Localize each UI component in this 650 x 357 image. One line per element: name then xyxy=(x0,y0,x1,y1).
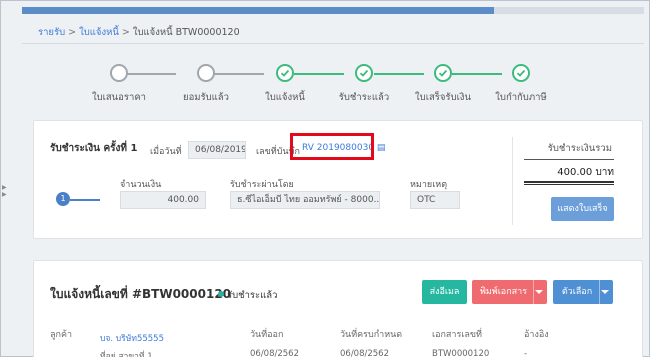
chevron-down-icon[interactable] xyxy=(601,290,609,294)
issue-date-value: 06/08/2562 xyxy=(250,349,299,357)
invoice-title: ใบแจ้งหนี้เลขที่ #BTW0000120 xyxy=(50,287,232,301)
step-label: ใบแจ้งหนี้ xyxy=(265,92,305,103)
check-icon xyxy=(276,64,294,82)
col-due-date: วันที่ครบกำหนด xyxy=(340,330,403,340)
step-accepted[interactable]: ยอมรับแล้ว xyxy=(169,64,243,105)
due-date-value: 06/08/2562 xyxy=(340,349,389,357)
note-label: หมายเหตุ xyxy=(410,180,448,190)
top-progress-bar xyxy=(22,7,644,14)
step-receipt[interactable]: ใบเสร็จรับเงิน xyxy=(406,64,480,105)
step-paid[interactable]: รับชำระแล้ว xyxy=(327,64,401,105)
print-document-button[interactable]: พิมพ์เอกสาร xyxy=(472,280,547,304)
payment-card: รับชำระเงิน ครั้งที่ 1 เมื่อวันที่ 06/08… xyxy=(33,120,643,239)
total-currency: บาท xyxy=(595,167,614,178)
customer-link[interactable]: บจ. บริษัท55555 xyxy=(100,331,164,345)
total-amount: 400.00 บาท xyxy=(524,165,614,180)
reference-value: - xyxy=(524,349,528,357)
show-receipt-button[interactable]: แสดงใบเสร็จ xyxy=(551,197,614,221)
vertical-divider xyxy=(512,137,513,225)
breadcrumb-separator: > xyxy=(121,27,130,38)
doc-no-value: BTW0000120 xyxy=(432,349,490,357)
caret-separator xyxy=(533,280,534,304)
step-label: ใบเสนอราคา xyxy=(91,92,147,103)
note-field: OTC xyxy=(410,191,460,209)
side-collapse-arrows[interactable]: ▶ ▶ xyxy=(2,184,7,198)
status-badge: รับชำระแล้ว xyxy=(218,288,277,303)
breadcrumb-income[interactable]: รายรับ xyxy=(38,27,65,38)
header-divider xyxy=(22,43,644,44)
step-label: ใบกำกับภาษี xyxy=(495,92,547,103)
document-stepper: ใบเสนอราคา ยอมรับแล้ว ใบแจ้งหนี้ รับชำระ… xyxy=(92,64,558,105)
check-icon xyxy=(512,64,530,82)
customer-branch: ที่อยู่ สาขาที่ 1 xyxy=(100,352,153,357)
highlight-box xyxy=(290,133,374,160)
status-text: รับชำระแล้ว xyxy=(227,290,278,301)
breadcrumb-current: ใบแจ้งหนี้ BTW0000120 xyxy=(132,27,240,38)
col-reference: อ้างอิง xyxy=(524,330,549,340)
step-tax-invoice[interactable]: ใบกำกับภาษี xyxy=(484,64,558,105)
col-issue-date: วันที่ออก xyxy=(250,330,284,340)
col-customer: ลูกค้า xyxy=(50,330,73,340)
channel-field: ธ.ซีไอเอ็มบี ไทย ออมทรัพย์ - 8000... xyxy=(230,191,380,209)
total-top-rule xyxy=(524,159,614,160)
status-dot-icon xyxy=(218,291,224,297)
breadcrumb-separator: > xyxy=(68,27,77,38)
send-email-button[interactable]: ส่งอีเมล xyxy=(422,280,467,304)
caret-separator xyxy=(599,280,600,304)
document-icon: ▤ xyxy=(376,143,386,153)
total-label: รับชำระเงินรวม xyxy=(547,143,612,154)
chevron-down-icon[interactable] xyxy=(535,290,543,294)
step-invoice[interactable]: ใบแจ้งหนี้ xyxy=(248,64,322,105)
amount-field: 400.00 xyxy=(120,191,206,209)
check-icon xyxy=(355,64,373,82)
step-pending-icon xyxy=(110,64,128,82)
payment-date-field: 06/08/2019 xyxy=(188,141,246,159)
total-value: 400.00 xyxy=(557,167,593,178)
payment-step-number: 1 xyxy=(56,192,70,206)
check-icon xyxy=(434,64,452,82)
step-pending-icon xyxy=(197,64,215,82)
step-quotation[interactable]: ใบเสนอราคา xyxy=(82,64,156,105)
print-label: พิมพ์เอกสาร xyxy=(479,287,528,297)
step-label: ยอมรับแล้ว xyxy=(183,92,229,103)
breadcrumb: รายรับ > ใบแจ้งหนี้ > ใบแจ้งหนี้ BTW0000120 xyxy=(38,25,240,40)
channel-label: รับชำระผ่านโดย xyxy=(230,180,294,190)
step-label: รับชำระแล้ว xyxy=(338,92,390,103)
payment-date-label: เมื่อวันที่ xyxy=(150,147,182,157)
total-double-rule xyxy=(524,184,614,185)
options-label: ตัวเลือก xyxy=(561,287,593,297)
col-doc-no: เอกสารเลขที่ xyxy=(432,330,482,340)
breadcrumb-invoices[interactable]: ใบแจ้งหนี้ xyxy=(79,27,119,38)
payment-title: รับชำระเงิน ครั้งที่ 1 xyxy=(50,143,138,154)
amount-label: จำนวนเงิน xyxy=(120,180,162,190)
invoice-card: ใบแจ้งหนี้เลขที่ #BTW0000120 รับชำระแล้ว… xyxy=(33,260,643,357)
payment-step-line xyxy=(70,199,100,201)
total-double-rule xyxy=(524,181,614,183)
options-button[interactable]: ตัวเลือก xyxy=(553,280,613,304)
step-label: ใบเสร็จรับเงิน xyxy=(415,92,471,103)
